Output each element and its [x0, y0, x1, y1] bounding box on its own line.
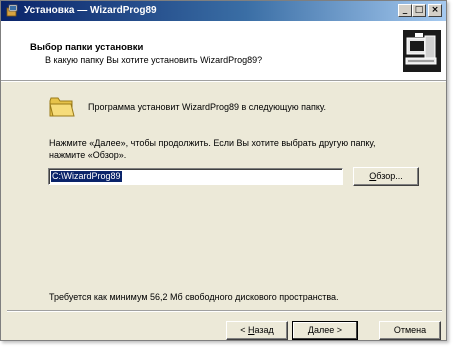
wizard-header: Выбор папки установки В какую папку Вы х… [1, 21, 446, 81]
header-divider [1, 81, 446, 82]
back-prefix: < [240, 325, 248, 335]
window-title: Установка — WizardProg89 [24, 5, 157, 16]
disk-space-requirement: Требуется как минимум 56,2 Мб свободного… [49, 292, 339, 302]
next-button[interactable]: Далее > [292, 321, 358, 340]
cancel-button[interactable]: Отмена [379, 321, 441, 340]
page-title: Выбор папки установки [30, 42, 144, 53]
close-icon[interactable]: × [428, 4, 442, 17]
minimize-icon[interactable]: _ [398, 4, 412, 17]
intro-text: Программа установит WizardProg89 в следу… [88, 102, 326, 112]
instruction-line-1: Нажмите «Далее», чтобы продолжить. Если … [49, 138, 376, 148]
setup-computer-icon [403, 30, 441, 72]
title-bar[interactable]: Установка — WizardProg89 _ □ × [1, 1, 446, 21]
instruction-line-2: нажмите «Обзор». [49, 150, 127, 160]
browse-button[interactable]: Обзор... [353, 167, 419, 186]
setup-app-icon [6, 4, 18, 17]
install-path-input[interactable]: C:\WizardProg89 [48, 168, 343, 185]
setup-window: Установка — WizardProg89 _ □ × Выбор пап… [0, 0, 447, 341]
browse-label: бзор... [376, 171, 403, 181]
back-label: азад [254, 325, 274, 335]
back-button[interactable]: < Назад [226, 321, 288, 340]
page-subtitle: В какую папку Вы хотите установить Wizar… [45, 55, 263, 65]
folder-icon [49, 97, 75, 117]
footer-divider [7, 310, 442, 312]
next-label: алее > [314, 325, 343, 335]
install-path-value: C:\WizardProg89 [51, 171, 122, 182]
maximize-icon[interactable]: □ [412, 4, 426, 17]
